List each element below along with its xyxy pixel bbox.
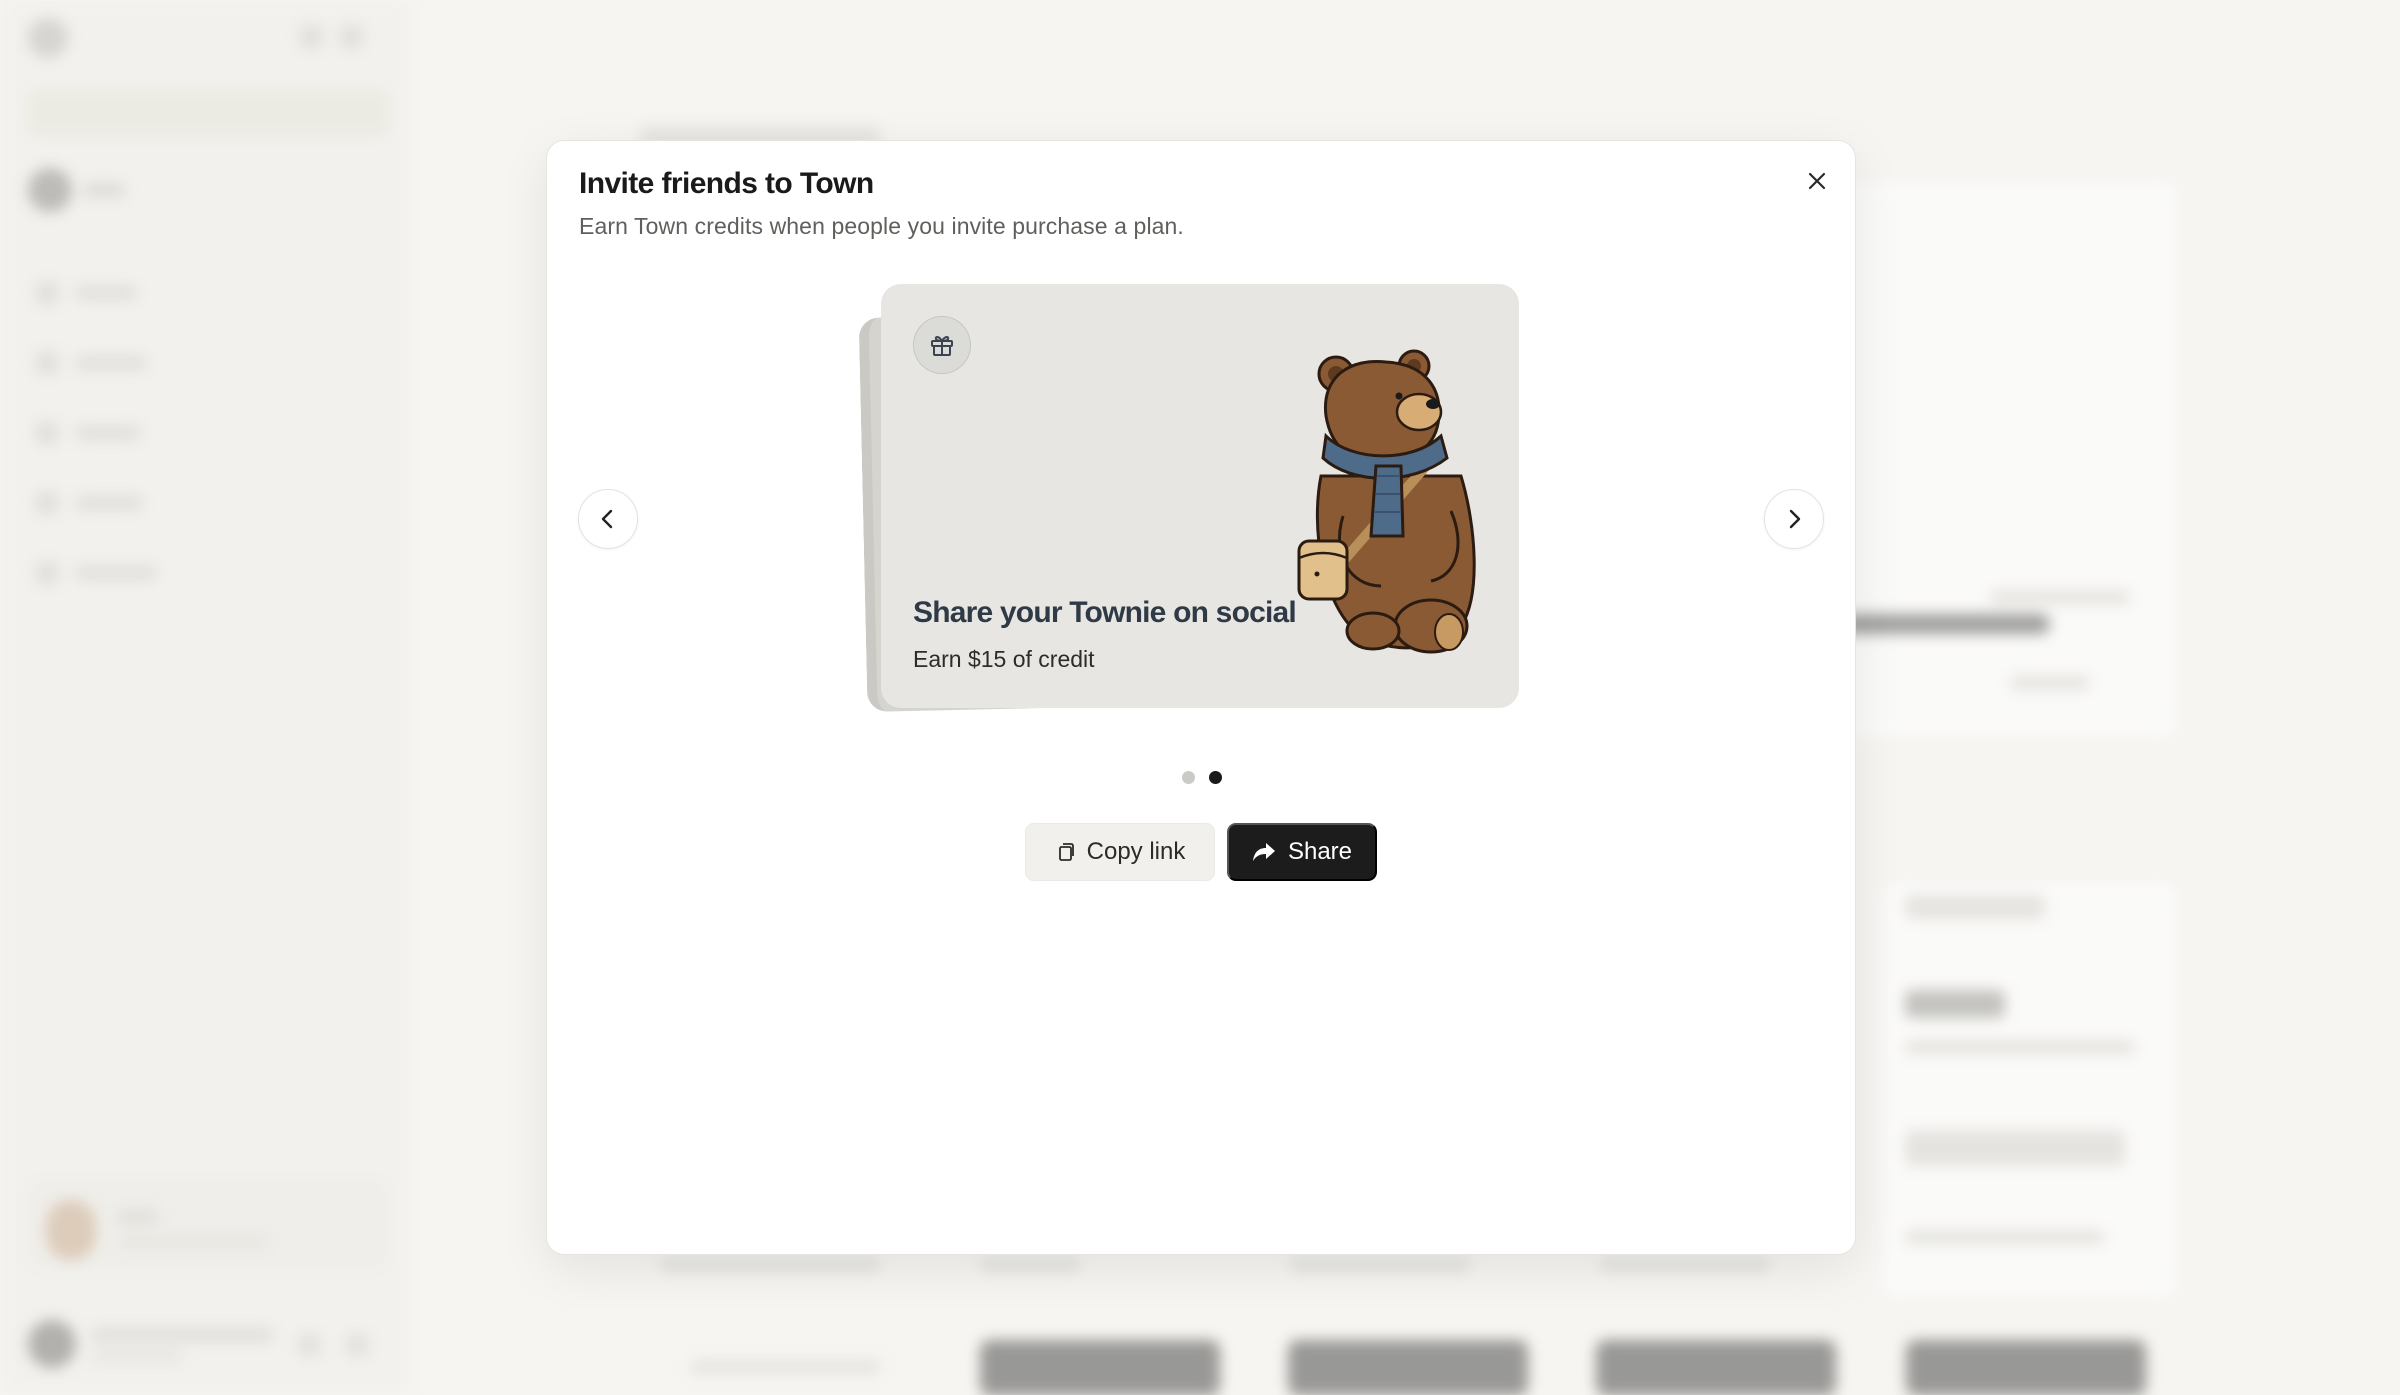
gift-icon (931, 335, 953, 356)
invite-modal: Invite friends to Town Earn Town credits… (546, 140, 1856, 1255)
carousel-dot-1[interactable] (1182, 771, 1195, 784)
modal-subtitle: Earn Town credits when people you invite… (579, 213, 1184, 239)
card-headline: Share your Townie on social (913, 596, 1297, 629)
bg-search (28, 90, 388, 136)
carousel-card: Share your Townie on social Earn $15 of … (881, 284, 1519, 708)
bg-org (28, 168, 388, 214)
share-button[interactable]: Share (1227, 823, 1377, 881)
share-arrow-icon (1252, 843, 1275, 861)
bg-logo (28, 18, 68, 58)
close-button[interactable] (1799, 163, 1835, 199)
copy-icon (1058, 843, 1074, 861)
chevron-right-icon (1789, 509, 1801, 529)
carousel-dot-2[interactable] (1209, 771, 1222, 784)
bg-sidebar (0, 0, 410, 1395)
carousel-next-button[interactable] (1764, 489, 1824, 549)
bg-user-card (28, 1180, 388, 1270)
gift-badge (913, 316, 971, 374)
chevron-left-icon (601, 509, 613, 529)
carousel-pagination (1182, 771, 1222, 784)
close-icon (1808, 172, 1826, 190)
bg-nav (36, 258, 156, 608)
copy-link-label: Copy link (1086, 838, 1186, 865)
bg-account (28, 1320, 388, 1370)
card-subtext: Earn $15 of credit (913, 646, 1095, 672)
copy-link-button[interactable]: Copy link (1025, 823, 1215, 881)
modal-title: Invite friends to Town (579, 167, 874, 200)
bear-illustration (1297, 349, 1476, 654)
carousel-prev-button[interactable] (578, 489, 638, 549)
share-label: Share (1287, 838, 1353, 865)
